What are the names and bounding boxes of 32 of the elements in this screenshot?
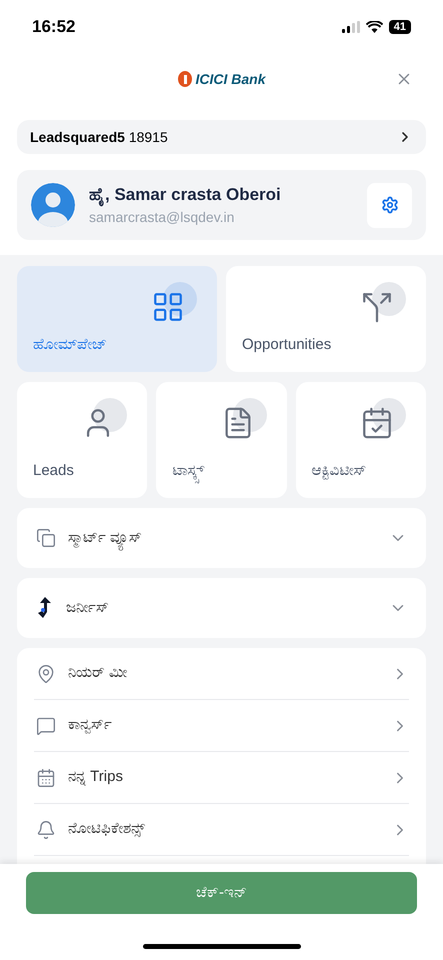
menu-tile[interactable]: Leads [17,382,148,498]
avatar-icon [31,183,75,227]
settings-button[interactable] [367,182,412,228]
wifi-icon [366,21,383,33]
battery-icon: 41 [388,20,411,34]
menu-tile[interactable]: ಟಾಸ್ಕ್ಸ್ [156,382,287,498]
location-pin-icon [36,664,56,684]
calendar-icon [36,768,56,788]
icon-backdrop [93,398,128,432]
menu-item[interactable]: ಕಾನ್ವರ್ಸ್ [34,700,409,752]
accordion-header[interactable]: ಸ್ಮಾರ್ಟ್ ವ್ಯೂಸ್ [17,508,426,568]
menu-tile[interactable]: Opportunities [226,266,426,372]
account-bar[interactable]: Leadsquared5 18915 [17,120,426,154]
menu-tile[interactable]: ಆಕ್ಟಿವಿಟೀಸ್ [296,382,426,498]
email: samarcrasta@lsqdev.in [89,208,236,228]
accordion-header[interactable]: ಜರ್ನೀಸ್ [17,578,426,638]
journey-icon [36,596,54,620]
grid-icon [151,290,185,324]
menu-tile[interactable]: ಹೋಮ್‌ಪೇಜ್ [17,266,217,372]
menu-item[interactable]: ನೋಟಿಫಿಕೇಶನ್ಸ್ [34,804,409,856]
clock: 16:52 [32,16,76,38]
menu-item[interactable]: ನಿಯರ್ ಮೀ [34,648,409,700]
copy-icon [36,528,56,548]
signal-icon [342,21,360,33]
chat-icon [36,716,56,736]
bell-icon [36,820,56,840]
menu-item[interactable]: ನನ್ನ Trips [34,752,409,804]
settings-icon [380,196,398,214]
icon-backdrop [372,282,406,316]
bank-logo: ICICI Bank [177,68,266,90]
split-arrows-icon [360,290,394,324]
greeting: ಹೈ, Samar crasta Oberoi [89,182,353,208]
